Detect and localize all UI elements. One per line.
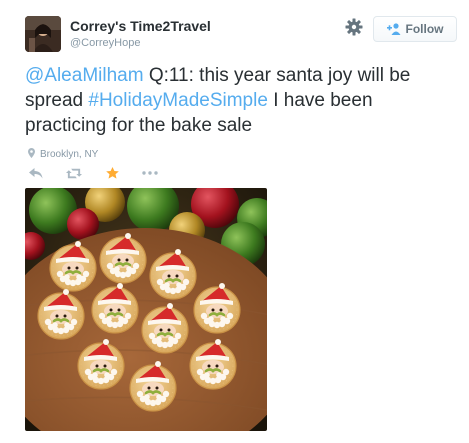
person-add-icon	[386, 23, 401, 35]
favorite-star-icon[interactable]	[104, 167, 120, 179]
follow-button[interactable]: Follow	[373, 16, 457, 42]
display-name[interactable]: Correy's Time2Travel	[70, 18, 211, 34]
map-pin-icon	[28, 148, 35, 161]
retweet-icon[interactable]	[66, 167, 82, 179]
location[interactable]: Brooklyn, NY	[28, 148, 98, 161]
follow-button-label: Follow	[405, 22, 444, 36]
tweet-media-photo[interactable]	[25, 188, 267, 431]
reply-icon[interactable]	[28, 167, 44, 179]
hashtag-link[interactable]: #HolidayMadeSimple	[88, 90, 268, 111]
location-label: Brooklyn, NY	[40, 149, 99, 160]
avatar[interactable]	[25, 16, 61, 52]
user-handle[interactable]: @CorreyHope	[70, 37, 140, 49]
gear-icon[interactable]	[345, 18, 363, 36]
tweet-actions	[28, 167, 180, 179]
mention-link[interactable]: @AleaMilham	[25, 65, 144, 86]
more-icon[interactable]	[142, 167, 158, 179]
tweet-text: @AleaMilham Q:11: this year santa joy wi…	[25, 63, 455, 138]
